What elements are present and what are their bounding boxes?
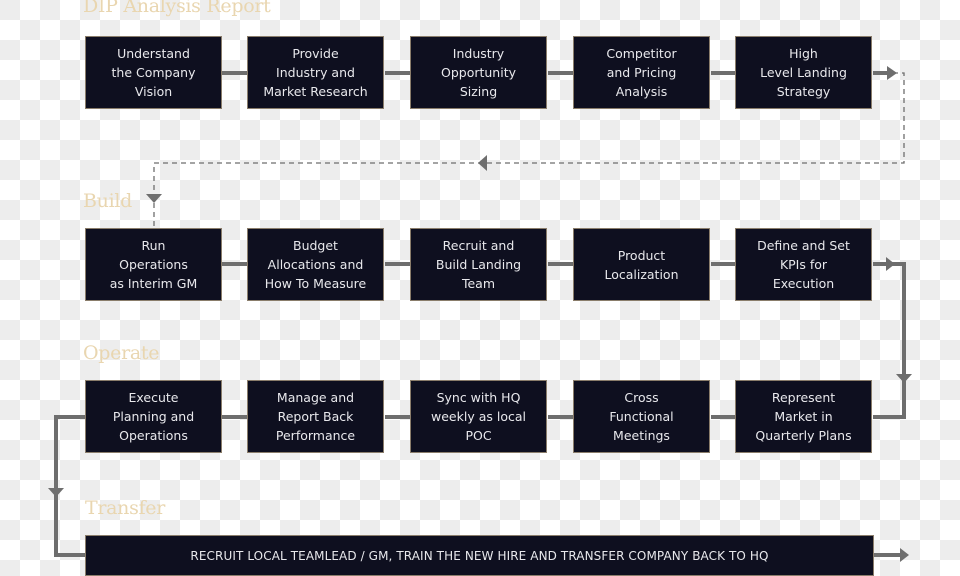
step-recruit-team: Recruit and Build Landing Team — [410, 228, 547, 301]
section-title-operate: Operate — [83, 342, 160, 364]
connector-build-to-operate — [873, 262, 906, 419]
step-cross-functional: Cross Functional Meetings — [573, 380, 710, 453]
step-landing-strategy: High Level Landing Strategy — [735, 36, 872, 109]
step-transfer: RECRUIT LOCAL TEAMLEAD / GM, TRAIN THE N… — [85, 535, 874, 576]
step-label: Run Operations as Interim GM — [109, 238, 198, 291]
step-represent-market: Represent Market in Quarterly Plans — [735, 380, 872, 453]
step-run-operations: Run Operations as Interim GM — [85, 228, 222, 301]
arrow-right-icon — [900, 548, 909, 562]
step-execute-planning: Execute Planning and Operations — [85, 380, 222, 453]
arrow-right-icon — [887, 66, 897, 80]
step-label: RECRUIT LOCAL TEAMLEAD / GM, TRAIN THE N… — [190, 548, 769, 563]
step-product-localization: Product Localization — [573, 228, 710, 301]
arrow-right-icon — [886, 257, 895, 271]
step-label: Sync with HQ weekly as local POC — [431, 390, 526, 443]
step-label: Industry Opportunity Sizing — [440, 46, 516, 99]
step-sync-hq: Sync with HQ weekly as local POC — [410, 380, 547, 453]
step-label: Cross Functional Meetings — [609, 390, 674, 443]
step-label: Represent Market in Quarterly Plans — [755, 390, 852, 443]
step-label: High Level Landing Strategy — [760, 46, 847, 99]
step-understand-vision: Understand the Company Vision — [85, 36, 222, 109]
step-label: Competitor and Pricing Analysis — [606, 46, 677, 99]
step-budget-allocations: Budget Allocations and How To Measure — [247, 228, 384, 301]
arrow-down-icon — [146, 194, 162, 203]
step-label: Recruit and Build Landing Team — [435, 238, 522, 291]
step-label: Define and Set KPIs for Execution — [757, 238, 850, 291]
step-opportunity-sizing: Industry Opportunity Sizing — [410, 36, 547, 109]
step-define-kpis: Define and Set KPIs for Execution — [735, 228, 872, 301]
step-label: Budget Allocations and How To Measure — [264, 238, 367, 291]
step-market-research: Provide Industry and Market Research — [247, 36, 384, 109]
section-title-transfer: Transfer — [85, 497, 166, 519]
step-label: Product Localization — [604, 247, 679, 282]
step-label: Manage and Report Back Performance — [275, 390, 356, 443]
arrow-down-icon — [48, 488, 64, 497]
section-title-analysis: DIP Analysis Report — [83, 0, 271, 17]
section-title-build: Build — [83, 190, 133, 212]
step-label: Execute Planning and Operations — [112, 390, 195, 443]
connector-operate-to-transfer — [54, 415, 85, 557]
step-label: Provide Industry and Market Research — [263, 46, 368, 99]
step-label: Understand the Company Vision — [111, 46, 196, 99]
step-competitor-pricing: Competitor and Pricing Analysis — [573, 36, 710, 109]
arrow-left-icon — [478, 155, 487, 171]
step-manage-report: Manage and Report Back Performance — [247, 380, 384, 453]
arrow-down-icon — [896, 374, 912, 383]
